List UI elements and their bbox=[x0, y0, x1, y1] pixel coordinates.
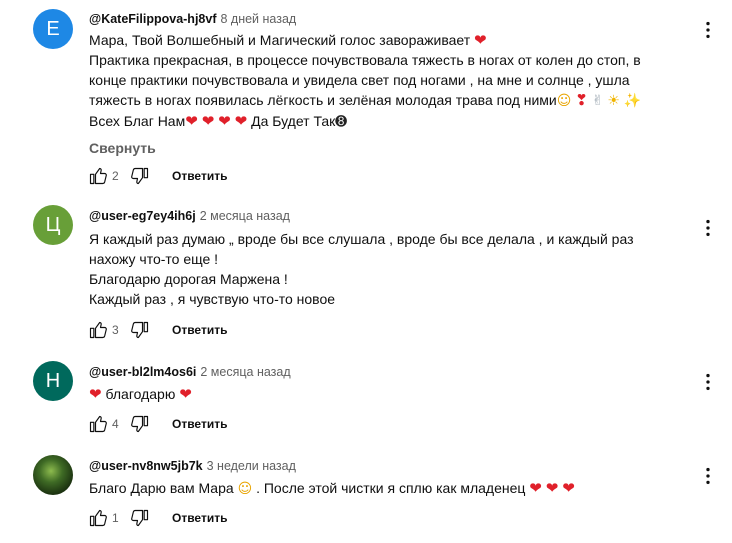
dislike-button[interactable] bbox=[128, 318, 152, 342]
thumb-up-icon bbox=[88, 320, 108, 340]
comment-line: Всех Благ Нам bbox=[89, 113, 186, 129]
comment-line: Мара, Твой Волшебный и Магический голос … bbox=[89, 32, 471, 48]
more-vert-icon bbox=[697, 371, 719, 393]
thumb-down-icon bbox=[130, 414, 150, 434]
avatar[interactable]: Н bbox=[33, 361, 73, 401]
comment-header: @user-eg7ey4ih6j 2 месяца назад bbox=[89, 207, 682, 225]
comment-text: Благо Дарю вам Мара ☺ . После этой чистк… bbox=[89, 478, 682, 499]
more-vert-icon bbox=[697, 19, 719, 41]
8-ball-icon: ➑ bbox=[335, 114, 348, 130]
comment-actions: 1 Ответить bbox=[86, 506, 227, 530]
dislike-button[interactable] bbox=[128, 506, 152, 530]
timestamp[interactable]: 2 месяца назад bbox=[200, 209, 290, 223]
reply-button[interactable]: Ответить bbox=[172, 417, 227, 431]
red-heart-icon: ❤ bbox=[201, 112, 215, 130]
comment-actions: 3 Ответить bbox=[86, 318, 227, 342]
comment-line: . После этой чистки я сплю как младенец bbox=[256, 480, 526, 496]
dove-icon: ✌ bbox=[591, 93, 604, 109]
comment-line: благодарю bbox=[105, 386, 176, 402]
reply-button[interactable]: Ответить bbox=[172, 169, 227, 183]
like-button[interactable] bbox=[86, 318, 110, 342]
comment-line: Каждый раз , я чувствую что-то новое bbox=[89, 291, 336, 307]
author-name[interactable]: @user-bl2lm4os6i bbox=[89, 365, 196, 379]
avatar[interactable]: Е bbox=[33, 9, 73, 49]
like-button[interactable] bbox=[86, 164, 110, 188]
red-heart-icon: ❤ bbox=[179, 385, 192, 403]
like-button[interactable] bbox=[86, 506, 110, 530]
comment-header: @KateFilippova-hj8vf 8 дней назад bbox=[89, 10, 682, 28]
avatar[interactable]: Ц bbox=[33, 205, 73, 245]
comment-menu-button[interactable] bbox=[696, 18, 720, 42]
collapse-button[interactable]: Свернуть bbox=[89, 138, 682, 158]
comment-menu-button[interactable] bbox=[696, 216, 720, 240]
red-heart-icon: ❤ bbox=[474, 31, 487, 49]
smiling-face-with-hearts-icon: ❣ bbox=[575, 91, 588, 109]
comment-menu-button[interactable] bbox=[696, 464, 720, 488]
timestamp[interactable]: 2 месяца назад bbox=[200, 365, 290, 379]
like-button[interactable] bbox=[86, 412, 110, 436]
reply-button[interactable]: Ответить bbox=[172, 511, 227, 525]
red-heart-icon: ❤ bbox=[185, 112, 198, 130]
comment-text: Я каждый раз думаю „ вроде бы все слушал… bbox=[89, 229, 682, 309]
comment-line: нахожу что-то еще ! bbox=[89, 251, 219, 267]
comment-line: Благо Дарю вам Мара bbox=[89, 480, 234, 496]
smiling-face-icon: ☺ bbox=[237, 481, 253, 497]
thumb-down-icon bbox=[130, 166, 150, 186]
comment-header: @user-nv8nw5jb7k 3 недели назад bbox=[89, 457, 682, 475]
author-name[interactable]: @user-nv8nw5jb7k bbox=[89, 459, 203, 473]
red-heart-icon: ❤ bbox=[234, 112, 248, 130]
comment-line: конце практики почувствовала и увидела с… bbox=[89, 72, 630, 88]
red-heart-icon: ❤ bbox=[529, 479, 542, 497]
sun-with-face-icon: ☀ bbox=[607, 93, 620, 109]
comment-line: Практика прекрасная, в процессе почувств… bbox=[89, 52, 641, 68]
like-count: 3 bbox=[112, 323, 119, 337]
more-vert-icon bbox=[697, 465, 719, 487]
author-name[interactable]: @KateFilippova-hj8vf bbox=[89, 12, 216, 26]
dislike-button[interactable] bbox=[128, 164, 152, 188]
thumb-up-icon bbox=[88, 414, 108, 434]
timestamp[interactable]: 8 дней назад bbox=[220, 12, 296, 26]
comment-line: Я каждый раз думаю „ вроде бы все слушал… bbox=[89, 231, 634, 247]
thumb-up-icon bbox=[88, 166, 108, 186]
dislike-button[interactable] bbox=[128, 412, 152, 436]
comment-text: ❤ благодарю ❤ bbox=[89, 384, 682, 404]
comment-actions: 4 Ответить bbox=[86, 412, 227, 436]
comment-line: Да Будет Так bbox=[251, 113, 336, 129]
smiling-face-icon: ☺ bbox=[556, 93, 572, 109]
avatar[interactable] bbox=[33, 455, 73, 495]
comment-actions: 2 Ответить bbox=[86, 164, 227, 188]
thumb-down-icon bbox=[130, 508, 150, 528]
timestamp[interactable]: 3 недели назад bbox=[207, 459, 296, 473]
red-heart-icon: ❤ bbox=[545, 479, 559, 497]
thumb-up-icon bbox=[88, 508, 108, 528]
comment-text: Мара, Твой Волшебный и Магический голос … bbox=[89, 30, 682, 132]
comment-menu-button[interactable] bbox=[696, 370, 720, 394]
like-count: 1 bbox=[112, 511, 119, 525]
red-heart-icon: ❤ bbox=[89, 385, 102, 403]
comment-header: @user-bl2lm4os6i 2 месяца назад bbox=[89, 363, 682, 381]
red-heart-icon: ❤ bbox=[562, 479, 575, 497]
more-vert-icon bbox=[697, 217, 719, 239]
red-heart-icon: ❤ bbox=[218, 112, 231, 130]
author-name[interactable]: @user-eg7ey4ih6j bbox=[89, 209, 196, 223]
reply-button[interactable]: Ответить bbox=[172, 323, 227, 337]
comment-line: тяжесть в ногах появилась лёгкость и зел… bbox=[89, 92, 557, 108]
like-count: 2 bbox=[112, 169, 119, 183]
like-count: 4 bbox=[112, 417, 119, 431]
thumb-down-icon bbox=[130, 320, 150, 340]
comment-line: Благодарю дорогая Маржена ! bbox=[89, 271, 288, 287]
sparkles-icon: ✨ bbox=[623, 93, 642, 109]
